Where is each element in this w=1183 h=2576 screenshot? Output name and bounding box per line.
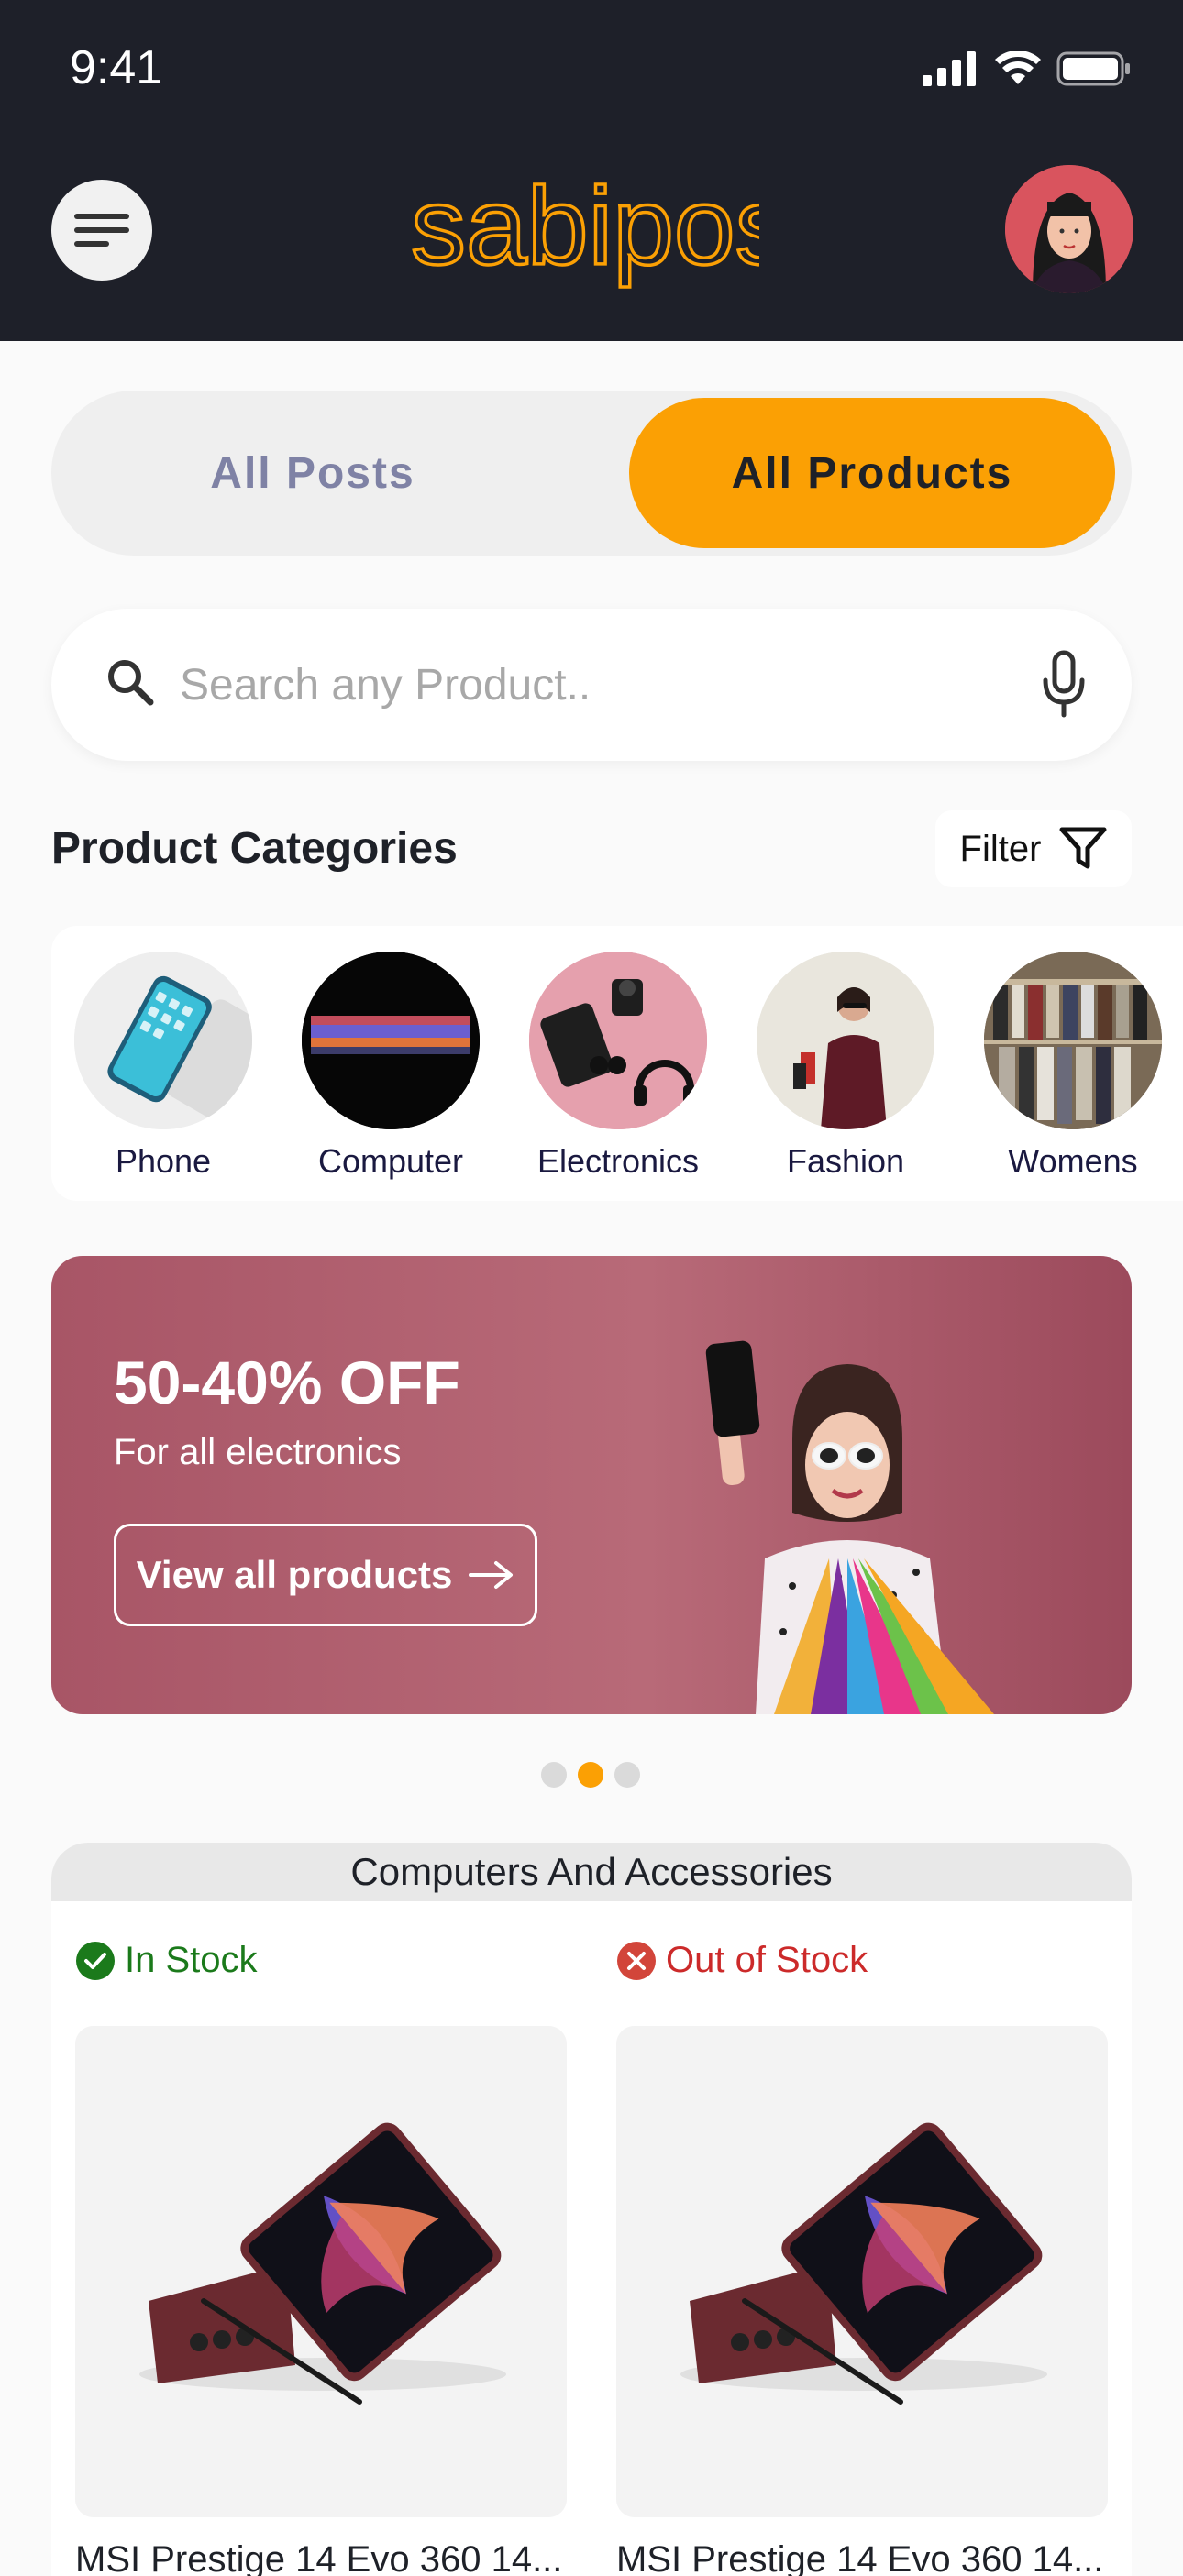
view-all-products-button[interactable]: View all products [114, 1524, 537, 1626]
x-circle-icon [617, 1941, 656, 1980]
foldable-phone-image [75, 2026, 567, 2517]
womens-image [984, 952, 1162, 1129]
category-label: Computer [317, 1142, 464, 1180]
banner-subtitle: For all electronics [114, 1432, 402, 1472]
status-icons [923, 51, 1132, 86]
carousel-dot-active[interactable] [578, 1762, 603, 1788]
product-card[interactable] [616, 2026, 1108, 2517]
filter-label: Filter [959, 828, 1042, 869]
posts-products-toggle: All Posts All Products [51, 391, 1132, 556]
svg-text:sabipost: sabipost [411, 165, 759, 288]
view-all-products-label: View all products [136, 1553, 453, 1596]
stock-label: Out of Stock [666, 1940, 868, 1980]
category-womens[interactable]: Womens [981, 952, 1165, 1181]
out-of-stock-badge: Out of Stock [616, 1940, 868, 1981]
category-label: Electronics [536, 1142, 700, 1180]
category-fashion[interactable]: Fashion [754, 952, 937, 1181]
category-label: Phone [115, 1142, 212, 1180]
microphone-icon[interactable] [1036, 649, 1091, 723]
category-computer[interactable]: Computer [299, 952, 482, 1181]
tab-all-posts[interactable]: All Posts [51, 398, 574, 548]
tab-all-products[interactable]: All Products [629, 398, 1115, 548]
signal-icon [923, 51, 976, 86]
sabipost-logo[interactable]: sabipost [409, 156, 822, 307]
category-label: Fashion [786, 1142, 905, 1180]
fashion-image [757, 952, 934, 1129]
product-categories-title: Product Categories [51, 824, 458, 873]
category-carousel[interactable]: Phone Computer Electronics Fashion Women… [51, 926, 1183, 1201]
status-time: 9:41 [70, 41, 163, 94]
arrow-right-icon [469, 1561, 514, 1589]
section-header: Computers And Accessories [51, 1843, 1132, 1901]
search-icon [105, 656, 156, 712]
battery-icon [1056, 51, 1130, 86]
category-electronics[interactable]: Electronics [526, 952, 710, 1181]
search-bar [51, 609, 1132, 761]
category-phone[interactable]: Phone [72, 952, 255, 1181]
search-input[interactable] [180, 645, 968, 724]
in-stock-badge: In Stock [75, 1940, 258, 1981]
carousel-dot[interactable] [614, 1762, 640, 1788]
wifi-icon [995, 51, 1041, 84]
phone-image [74, 952, 252, 1129]
product-card[interactable] [75, 2026, 567, 2517]
banner-title: 50-40% OFF [114, 1349, 460, 1416]
shopping-woman-image [705, 1340, 994, 1714]
user-avatar[interactable] [1005, 165, 1133, 293]
menu-button[interactable] [51, 180, 152, 281]
category-label: Womens [1008, 1142, 1138, 1180]
check-circle-icon [76, 1941, 115, 1980]
stock-label: In Stock [125, 1940, 258, 1980]
app-header: 9:41 sabipost [0, 0, 1183, 341]
promo-banner[interactable]: 50-40% OFF For all electronics View all … [51, 1256, 1132, 1714]
computer-image [302, 952, 480, 1129]
funnel-icon [1059, 827, 1107, 869]
foldable-phone-image [616, 2026, 1108, 2517]
carousel-dot[interactable] [541, 1762, 567, 1788]
filter-button[interactable]: Filter [935, 810, 1132, 887]
computers-section: Computers And Accessories In Stock Out o… [51, 1843, 1132, 2576]
carousel-dots [541, 1762, 640, 1788]
electronics-image [529, 952, 707, 1129]
product-name[interactable]: MSI Prestige 14 Evo 360 14... [75, 2539, 562, 2576]
product-name[interactable]: MSI Prestige 14 Evo 360 14... [616, 2539, 1103, 2576]
hamburger-icon [74, 214, 129, 247]
